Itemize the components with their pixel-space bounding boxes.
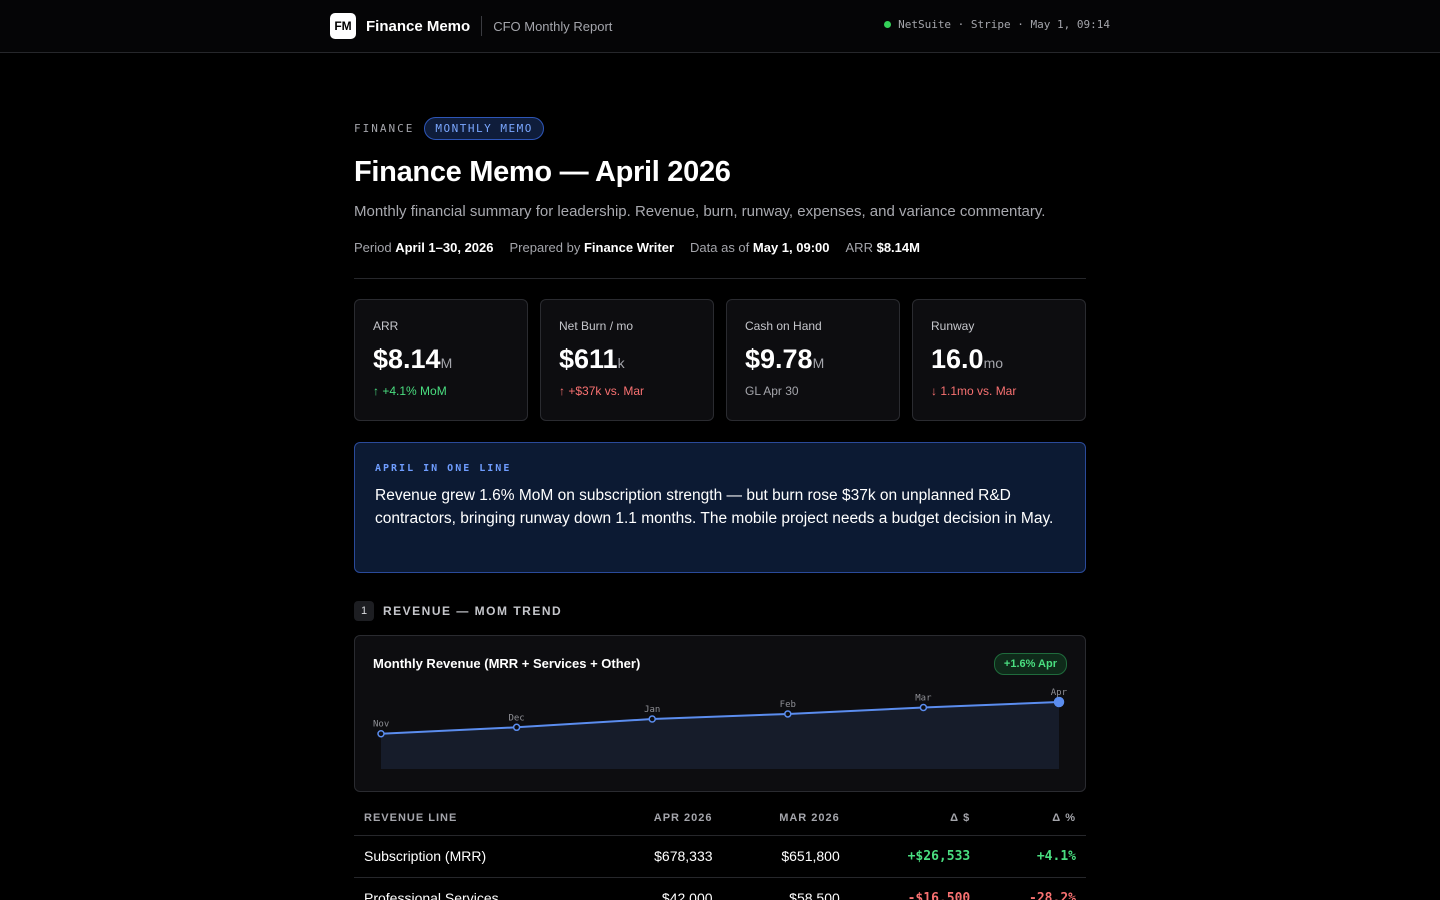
kpi-delta: ↑ +4.1% MoM [373, 384, 447, 398]
chart-x-label: Feb [780, 700, 796, 710]
chart-x-label: Nov [373, 720, 389, 730]
chart-x-label: Apr [1051, 688, 1068, 698]
kpi-value: $8.14M [373, 344, 453, 374]
kpi-label: ARR [373, 319, 399, 333]
section-header-revenue: 1 REVENUE — MOM TREND [354, 601, 1086, 621]
cell-apr: $42,000 [598, 877, 723, 900]
report-name: CFO Monthly Report [493, 18, 613, 34]
table-header-row: REVENUE LINE APR 2026 MAR 2026 Δ $ Δ % [354, 802, 1086, 836]
brand-divider [481, 16, 483, 36]
table-row[interactable]: Professional Services $42,000 $58,500 -$… [354, 877, 1086, 900]
section-title: REVENUE — MOM TREND [383, 604, 563, 618]
data-source-status: NetSuite · Stripe · May 1, 09:14 [884, 18, 1110, 31]
kpi-delta: GL Apr 30 [745, 384, 799, 398]
callout-text: Revenue grew 1.6% MoM on subscription st… [375, 487, 1054, 527]
app-name: Finance Memo [366, 17, 471, 35]
revenue-chart: Nov Dec Jan Feb Mar Apr [373, 688, 1068, 769]
callout-label: APRIL IN ONE LINE [375, 463, 512, 474]
kpi-delta: ↓ 1.1mo vs. Mar [931, 384, 1017, 398]
status-dot-icon [884, 21, 892, 28]
chart-x-label: Dec [508, 713, 524, 723]
cell-line: Professional Services [354, 877, 599, 900]
table-row[interactable]: Subscription (MRR) $678,333 $651,800 +$2… [354, 835, 1086, 878]
cell-mar: $651,800 [722, 835, 850, 878]
chart-area [381, 702, 1059, 769]
kpi-card-runway[interactable]: Runway 16.0mo ↓ 1.1mo vs. Mar [912, 299, 1086, 421]
chart-point-jan[interactable] [648, 715, 656, 723]
revenue-table: REVENUE LINE APR 2026 MAR 2026 Δ $ Δ % S… [354, 802, 1086, 900]
memo-type-pill: MONTHLY MEMO [424, 117, 544, 140]
data-sources-text: NetSuite · Stripe · May 1, 09:14 [898, 18, 1110, 31]
cell-delta-pct: -28.2% [980, 877, 1086, 900]
kicker-label: FINANCE [354, 122, 415, 135]
memo-content: FINANCE MONTHLY MEMO Finance Memo — Apri… [354, 117, 1086, 900]
chart-point-nov[interactable] [377, 729, 385, 738]
summary-callout: APRIL IN ONE LINE Revenue grew 1.6% MoM … [354, 442, 1086, 573]
kpi-delta: ↑ +$37k vs. Mar [559, 384, 645, 398]
meta-data-as-of: Data as of May 1, 09:00 [690, 240, 830, 255]
col-header[interactable]: Δ $ [849, 802, 981, 836]
kpi-card-arr[interactable]: ARR $8.14M ↑ +4.1% MoM [354, 299, 528, 421]
col-header[interactable]: Δ % [980, 802, 1086, 836]
chart-point-apr[interactable] [1053, 696, 1065, 708]
kpi-label: Runway [931, 319, 975, 333]
col-header[interactable]: APR 2026 [598, 802, 723, 836]
page-title: Finance Memo — April 2026 [354, 156, 731, 188]
brand[interactable]: FM Finance Memo CFO Monthly Report [330, 13, 612, 39]
chart-point-mar[interactable] [919, 703, 928, 712]
memo-meta: Period April 1–30, 2026 Prepared by Fina… [354, 240, 1086, 279]
kpi-value: 16.0mo [931, 344, 1004, 374]
chart-x-label: Jan [644, 705, 660, 715]
kpi-value: $611k [559, 344, 625, 374]
cell-delta-usd: +$26,533 [849, 835, 981, 878]
kpi-value: $9.78M [745, 344, 825, 374]
kpi-card-cash[interactable]: Cash on Hand $9.78M GL Apr 30 [726, 299, 900, 421]
cell-line: Subscription (MRR) [354, 835, 599, 878]
meta-prepared-by: Prepared by Finance Writer [509, 240, 675, 255]
col-header[interactable]: REVENUE LINE [354, 802, 599, 836]
col-header[interactable]: MAR 2026 [722, 802, 850, 836]
cell-mar: $58,500 [722, 877, 850, 900]
kpi-label: Net Burn / mo [559, 319, 634, 333]
chart-x-label: Mar [915, 694, 932, 704]
chart-point-feb[interactable] [784, 710, 792, 718]
kicker-row: FINANCE MONTHLY MEMO [354, 117, 1086, 140]
chart-point-dec[interactable] [512, 723, 521, 732]
cell-delta-usd: -$16,500 [849, 877, 981, 900]
cell-delta-pct: +4.1% [980, 835, 1086, 878]
revenue-chart-card: Monthly Revenue (MRR + Services + Other)… [354, 635, 1086, 792]
cell-apr: $678,333 [598, 835, 723, 878]
meta-period: Period April 1–30, 2026 [354, 240, 494, 255]
app-logo: FM [330, 13, 356, 39]
top-bar: FM Finance Memo CFO Monthly Report NetSu… [0, 0, 1440, 53]
kpi-row: ARR $8.14M ↑ +4.1% MoM Net Burn / mo $61… [354, 299, 1086, 421]
meta-arr: ARR $8.14M [845, 240, 920, 255]
section-number: 1 [354, 601, 374, 621]
kpi-label: Cash on Hand [745, 319, 822, 333]
page-subtitle: Monthly financial summary for leadership… [354, 203, 1046, 220]
kpi-card-net-burn[interactable]: Net Burn / mo $611k ↑ +$37k vs. Mar [540, 299, 714, 421]
